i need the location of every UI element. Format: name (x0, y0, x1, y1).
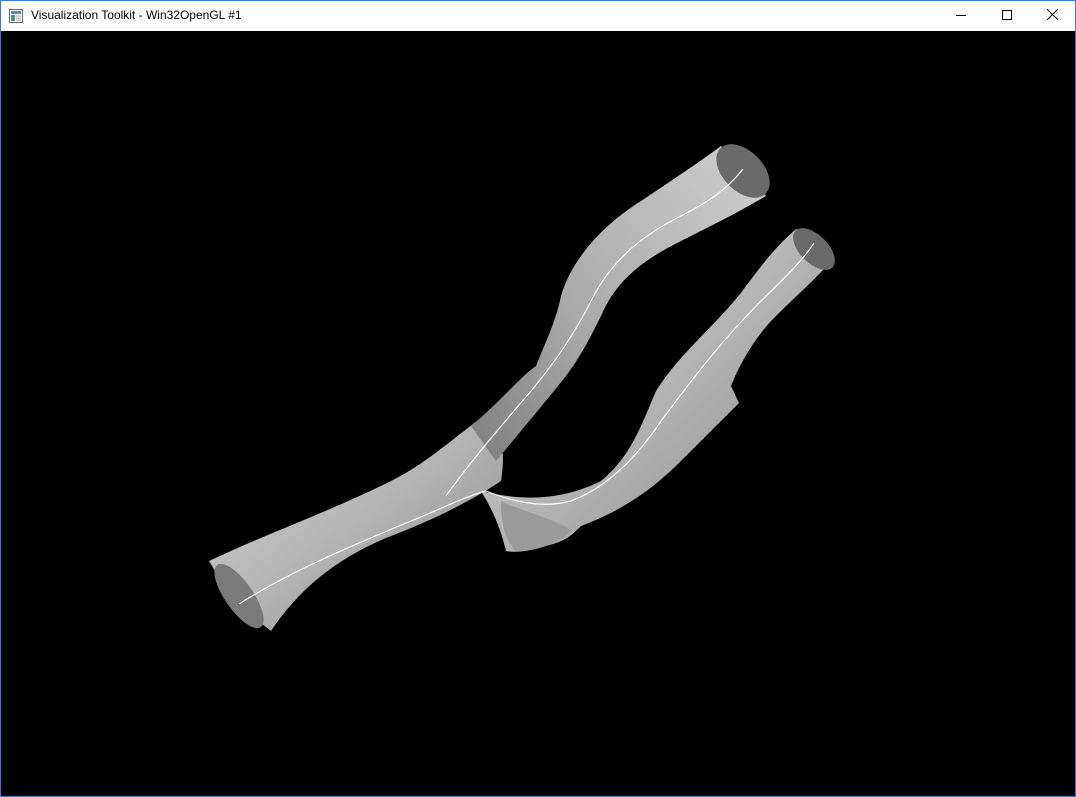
vtk-window: Visualization Toolkit - Win32OpenGL #1 (0, 0, 1076, 797)
minimize-icon (956, 7, 966, 25)
title-bar[interactable]: Visualization Toolkit - Win32OpenGL #1 (1, 1, 1075, 31)
render-viewport[interactable] (1, 31, 1075, 796)
vtk-app-icon[interactable] (9, 9, 23, 23)
close-button[interactable] (1029, 1, 1075, 31)
window-title: Visualization Toolkit - Win32OpenGL #1 (31, 8, 242, 22)
minimize-button[interactable] (938, 1, 984, 31)
close-icon (1046, 7, 1058, 25)
maximize-icon (1002, 7, 1012, 25)
vessel-bifurcation-surface[interactable] (1, 31, 1075, 796)
maximize-button[interactable] (984, 1, 1030, 31)
